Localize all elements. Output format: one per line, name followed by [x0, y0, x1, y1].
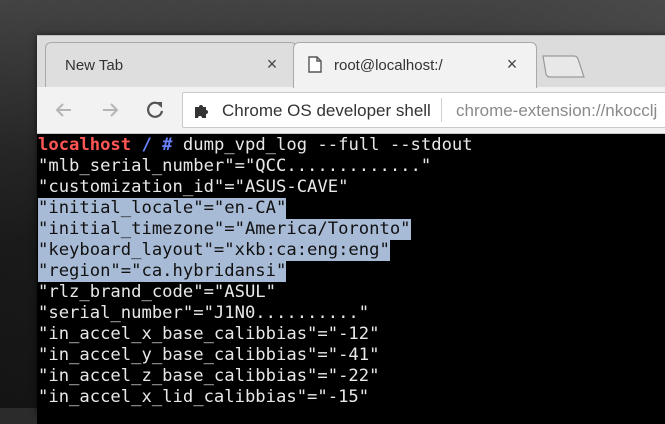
- tab-terminal[interactable]: root@localhost:/ ×: [293, 42, 537, 88]
- toolbar: Chrome OS developer shell chrome-extensi…: [37, 87, 665, 134]
- command-text: dump_vpd_log --full --stdout: [172, 135, 473, 155]
- arrow-right-icon: [103, 103, 119, 117]
- prompt-host: localhost: [38, 135, 132, 155]
- terminal-line: "in_accel_x_base_calibbias"="-12": [38, 324, 380, 344]
- close-icon[interactable]: ×: [504, 55, 520, 73]
- redaction-box: [444, 214, 511, 277]
- prompt-path: / #: [131, 135, 173, 155]
- arrow-left-icon: [55, 103, 71, 117]
- forward-button[interactable]: [99, 99, 121, 121]
- terminal-line: "in_accel_z_base_calibbias"="-22": [38, 366, 380, 386]
- terminal-line: "in_accel_y_base_calibbias"="-41": [38, 345, 380, 365]
- tab-title: root@localhost:/: [334, 57, 443, 74]
- url-text[interactable]: chrome-extension://nkocclj: [456, 101, 657, 121]
- puzzle-icon: [193, 102, 211, 125]
- terminal[interactable]: localhost / # dump_vpd_log --full --stdo…: [37, 134, 665, 424]
- terminal-line: "rlz_brand_code"="ASUL": [38, 282, 276, 302]
- address-bar[interactable]: Chrome OS developer shell chrome-extensi…: [182, 92, 665, 128]
- back-button[interactable]: [53, 99, 75, 121]
- tab-title: New Tab: [65, 57, 124, 74]
- tab-strip: New Tab × root@localhost:/ ×: [37, 35, 665, 88]
- terminal-line: "serial_number"="J1N0..........": [38, 303, 370, 323]
- page-icon: [308, 56, 322, 78]
- reload-button[interactable]: [144, 99, 166, 121]
- terminal-line: "in_accel_x_lid_calibbias"="-15": [38, 387, 370, 407]
- terminal-line-selected: "keyboard_layout"="xkb:ca:eng:eng": [38, 240, 390, 261]
- terminal-line: "mlb_serial_number"="QCC.............": [38, 156, 432, 176]
- extension-name: Chrome OS developer shell: [222, 101, 431, 120]
- terminal-line-selected: "region"="ca.hybridansi": [38, 261, 287, 282]
- close-icon[interactable]: ×: [264, 55, 280, 73]
- terminal-line-selected: "initial_timezone"="America/Toronto": [38, 219, 411, 240]
- divider: [441, 98, 442, 122]
- new-tab-button[interactable]: [540, 55, 585, 78]
- command-line: localhost / # dump_vpd_log --full --stdo…: [38, 135, 473, 156]
- reload-icon: [147, 101, 164, 118]
- tab-new-tab[interactable]: New Tab ×: [45, 42, 297, 88]
- terminal-line: "customization_id"="ASUS-CAVE": [38, 177, 349, 197]
- browser-window: New Tab × root@localhost:/ × Chrome OS d…: [37, 35, 665, 424]
- terminal-line-selected: "initial_locale"="en-CA": [38, 198, 287, 219]
